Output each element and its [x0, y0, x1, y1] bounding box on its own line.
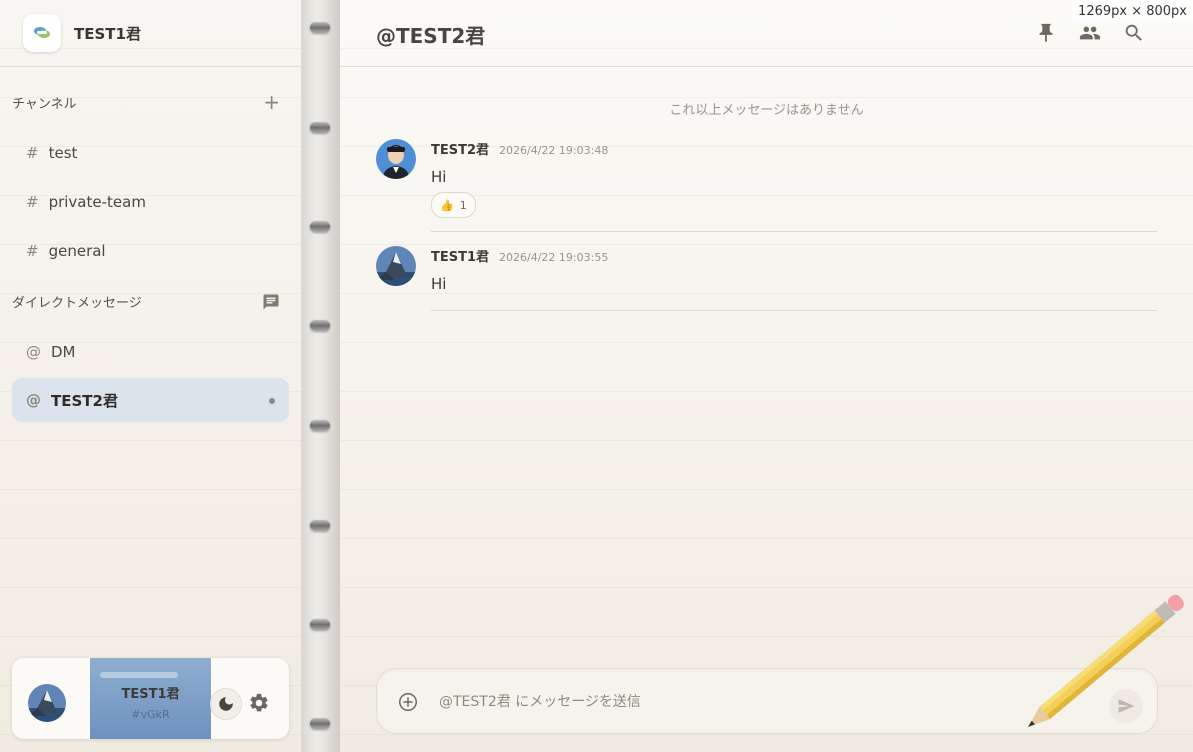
message-timestamp: 2026/4/22 19:03:55 — [499, 251, 609, 264]
message-author[interactable]: TEST2君 — [431, 139, 489, 158]
add-channel-icon[interactable]: + — [263, 92, 280, 112]
binder-ring — [310, 122, 330, 133]
message-composer — [376, 668, 1158, 734]
avatar[interactable] — [376, 246, 416, 286]
message-meta: TEST1君 2026/4/22 19:03:55 — [431, 246, 1157, 265]
message-meta: TEST2君 2026/4/22 19:03:48 — [431, 139, 1157, 158]
user-panel: TEST1君 #vGkR — [12, 658, 289, 739]
channels-section-label: チャンネル — [12, 96, 77, 112]
message-divider — [431, 310, 1157, 311]
page-title: @TEST2君 — [376, 24, 486, 48]
message-divider — [431, 231, 1157, 232]
at-icon: @ — [26, 391, 41, 409]
send-icon — [1117, 697, 1135, 715]
message-author[interactable]: TEST1君 — [431, 246, 489, 265]
user-tag: #vGkR — [131, 708, 170, 721]
no-more-messages-notice: これ以上メッセージはありません — [669, 103, 864, 118]
gear-icon — [248, 692, 270, 714]
theme-toggle-button[interactable] — [210, 688, 242, 720]
settings-button[interactable] — [248, 692, 270, 714]
message-timestamp: 2026/4/22 19:03:48 — [499, 144, 609, 157]
sidebar-item-label: private-team — [48, 193, 146, 211]
sidebar-item-test2[interactable]: @ TEST2君 — [12, 378, 289, 422]
sidebar-item-test[interactable]: # test — [12, 131, 289, 175]
sidebar-item-label: TEST2君 — [51, 391, 118, 410]
workspace-name: TEST1君 — [74, 24, 141, 43]
hash-icon: # — [26, 193, 39, 211]
message-body: TEST2君 2026/4/22 19:03:48 Hi 👍 1 — [431, 139, 1157, 218]
send-button[interactable] — [1109, 689, 1143, 723]
moon-icon — [217, 695, 235, 713]
message-text: Hi — [431, 275, 447, 293]
pin-icon[interactable] — [1035, 22, 1057, 44]
binder-ring — [310, 619, 330, 630]
sidebar-item-label: general — [48, 242, 106, 260]
search-icon[interactable] — [1123, 22, 1145, 44]
sidebar-item-dm[interactable]: @ DM — [12, 330, 289, 374]
header-divider — [340, 66, 1193, 67]
workspace-logo-icon — [23, 14, 61, 52]
sidebar-item-general[interactable]: # general — [12, 229, 289, 273]
thumbs-up-icon: 👍 — [440, 198, 454, 212]
message-item: TEST2君 2026/4/22 19:03:48 Hi 👍 1 — [376, 139, 1157, 234]
avatar[interactable] — [376, 139, 416, 179]
at-icon: @ — [26, 343, 41, 361]
header-toolbar — [1035, 22, 1145, 44]
binder-ring — [310, 320, 330, 331]
status-dot — [269, 398, 275, 404]
message-body: TEST1君 2026/4/22 19:03:55 Hi — [431, 246, 1157, 293]
sidebar-divider — [0, 66, 301, 67]
dm-section-label: ダイレクトメッセージ — [12, 296, 142, 311]
new-dm-icon[interactable] — [262, 293, 280, 311]
binder-ring — [310, 22, 330, 33]
user-name: TEST1君 — [121, 687, 180, 702]
avatar[interactable] — [28, 684, 66, 722]
channels-section-header: チャンネル + — [12, 92, 280, 112]
sidebar-item-private-team[interactable]: # private-team — [12, 180, 289, 224]
sidebar: TEST1君 チャンネル + # test # private-team # g… — [0, 0, 302, 752]
members-icon[interactable] — [1079, 22, 1101, 44]
binder-ring — [310, 520, 330, 531]
add-attachment-icon[interactable] — [397, 691, 419, 713]
hash-icon: # — [26, 242, 39, 260]
notebook-spine — [301, 0, 340, 752]
sidebar-item-label: test — [48, 144, 78, 162]
hash-icon: # — [26, 144, 39, 162]
binder-ring — [310, 221, 330, 232]
binder-ring — [310, 420, 330, 431]
reaction-chip[interactable]: 👍 1 — [431, 192, 476, 218]
size-overlay-label: 1269px × 800px — [1072, 0, 1193, 23]
profile-card-bar — [100, 672, 178, 678]
reaction-count: 1 — [459, 198, 467, 212]
sidebar-item-label: DM — [51, 343, 76, 361]
chat-main: @TEST2君 これ以上メッセージはありません TEST2君 2026/4/22… — [340, 0, 1193, 752]
workspace-header[interactable]: TEST1君 — [23, 14, 141, 52]
message-input[interactable] — [437, 687, 1081, 717]
profile-card[interactable]: TEST1君 #vGkR — [90, 658, 211, 739]
dm-section-header: ダイレクトメッセージ — [12, 292, 280, 311]
message-text: Hi — [431, 168, 447, 186]
binder-ring — [310, 718, 330, 729]
message-item: TEST1君 2026/4/22 19:03:55 Hi — [376, 246, 1157, 306]
